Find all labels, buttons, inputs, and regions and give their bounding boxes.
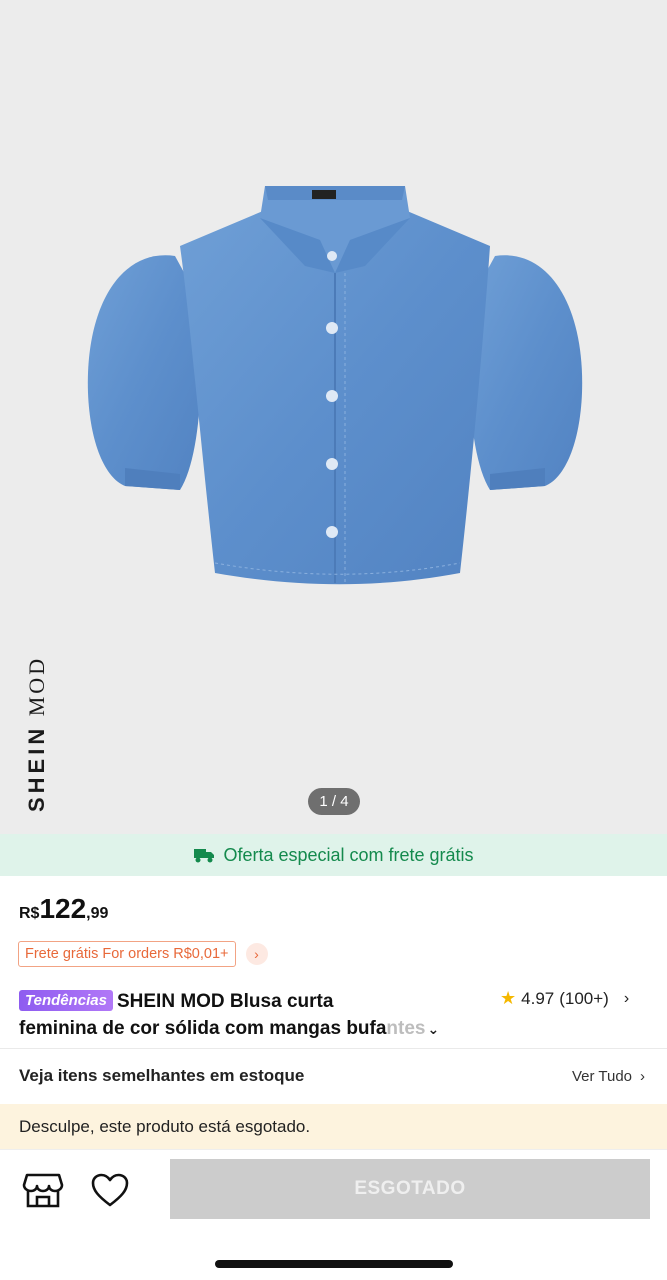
product-price: R$ 122 ,99: [19, 893, 108, 925]
similar-items-row[interactable]: Veja itens semelhantes em estoque Ver Tu…: [0, 1049, 667, 1103]
rating-count: (100+): [559, 988, 609, 1008]
product-title-line1: SHEIN MOD Blusa curta: [116, 991, 334, 1012]
rating-score: 4.97: [521, 988, 555, 1008]
home-indicator: [215, 1260, 453, 1268]
product-image-carousel[interactable]: SHEIN MOD 1 / 4: [0, 0, 667, 834]
free-shipping-tag[interactable]: Frete grátis For orders R$0,01+: [18, 941, 236, 967]
star-icon: ★: [500, 988, 517, 1008]
image-counter: 1 / 4: [308, 788, 360, 815]
brand-logo: SHEIN MOD: [24, 655, 49, 812]
price-decimal: ,99: [86, 905, 109, 922]
trends-badge: Tendências: [19, 990, 113, 1011]
free-shipping-row[interactable]: Frete grátis For orders R$0,01+ ›: [18, 941, 268, 967]
sold-out-notice: Desculpe, este produto está esgotado.: [0, 1104, 667, 1149]
rating-summary[interactable]: ★ 4.97 (100+) ›: [500, 988, 629, 1009]
free-shipping-promo-banner[interactable]: Oferta especial com frete grátis: [0, 834, 667, 876]
product-title-fade: ntes: [386, 1018, 426, 1039]
similar-items-label: Veja itens semelhantes em estoque: [19, 1066, 305, 1085]
truck-icon: [194, 849, 215, 863]
see-all-link[interactable]: Ver Tudo ›: [572, 1068, 645, 1085]
heart-icon[interactable]: [90, 1172, 130, 1208]
chevron-right-icon: ›: [640, 1067, 645, 1085]
chevron-right-icon[interactable]: ›: [245, 943, 268, 965]
chevron-down-icon[interactable]: ⌄: [428, 1016, 440, 1043]
product-title[interactable]: Tendências SHEIN MOD Blusa curta feminina…: [19, 988, 479, 1043]
promo-text: Oferta especial com frete grátis: [223, 844, 474, 865]
price-integer: 122: [39, 893, 87, 924]
price-currency: R$: [19, 905, 40, 922]
chevron-right-icon: ›: [623, 989, 630, 1007]
product-title-line2: feminina de cor sólida com mangas bufa: [19, 1018, 387, 1039]
store-icon[interactable]: [22, 1171, 64, 1209]
product-photo-denim-blouse: [87, 186, 583, 585]
sold-out-button[interactable]: ESGOTADO: [170, 1159, 650, 1219]
